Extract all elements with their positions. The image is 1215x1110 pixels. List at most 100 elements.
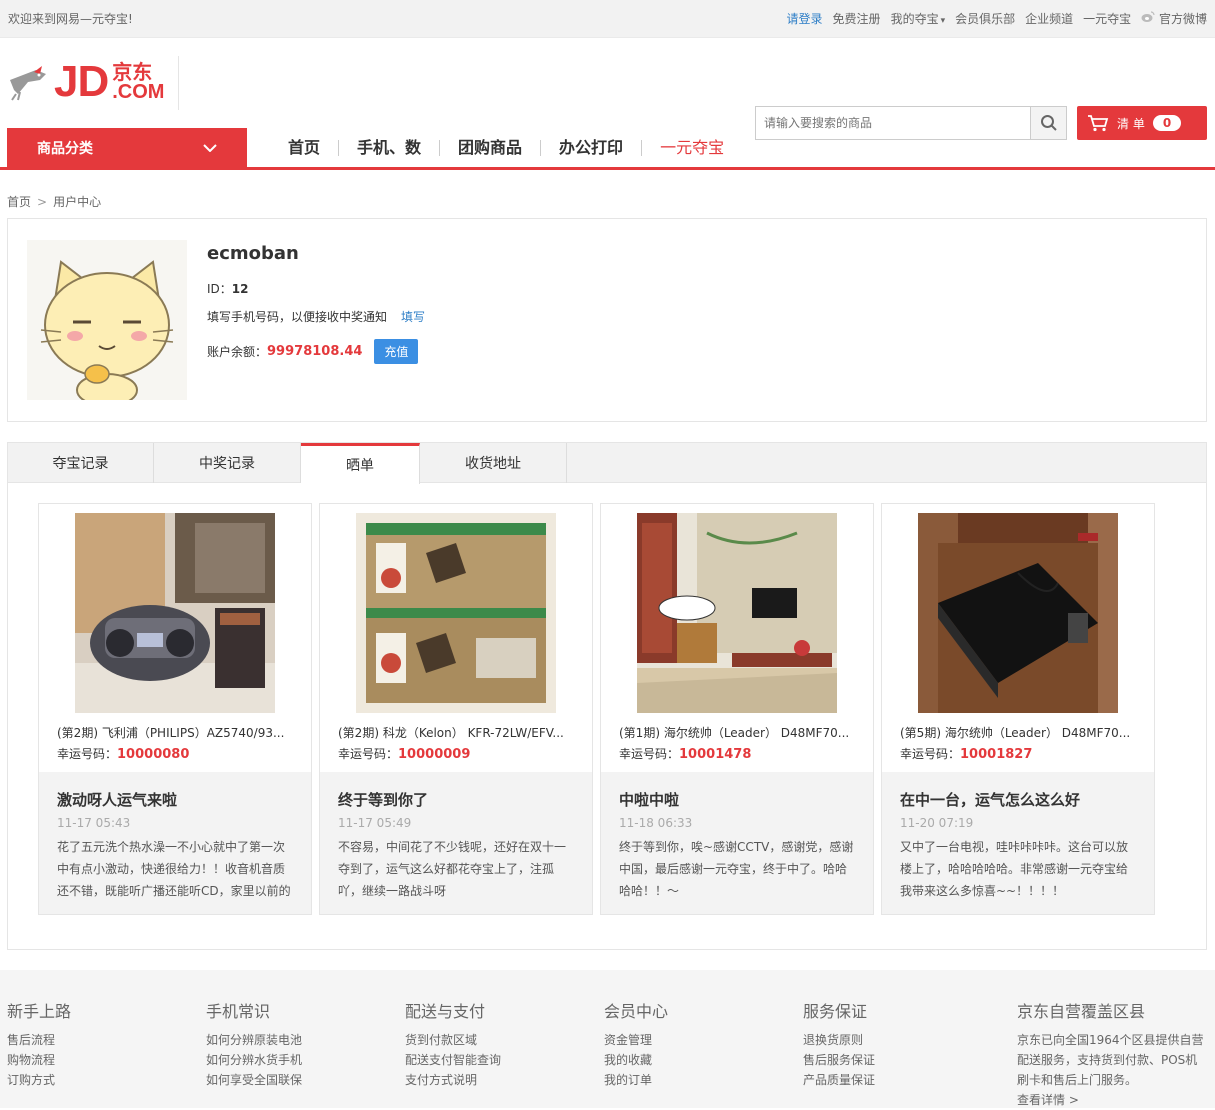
- share-content: 在中一台，运气怎么这么好 11-20 07:19 又中了一台电视，哇咔咔咔咔。这…: [882, 772, 1154, 914]
- category-label: 商品分类: [37, 141, 93, 157]
- lucky-number-row: 幸运号码：10001827: [900, 745, 1032, 762]
- jd-logo[interactable]: JD 京东 .COM: [6, 60, 164, 104]
- top-bar: 欢迎来到网易—元夺宝! 请登录 免费注册 我的夺宝 ▾ 会员俱乐部 企业频道 一元…: [0, 0, 1215, 38]
- balance-value: 99978108.44: [267, 344, 363, 359]
- footer-link[interactable]: 我的订单: [604, 1070, 668, 1090]
- weibo-icon: [1141, 11, 1155, 22]
- logo-jd: JD: [54, 57, 109, 106]
- share-card-list: (第2期) 飞利浦（PHILIPS）AZ5740/93... 幸运号码：1000…: [38, 503, 1155, 915]
- share-desc: 又中了一台电视，哇咔咔咔咔。这台可以放楼上了，哈哈哈哈哈。非常感谢一元夺宝给我带…: [900, 840, 1129, 898]
- footer-col-member: 会员中心 资金管理 我的收藏 我的订单: [604, 998, 668, 1090]
- lucky-number-label: 幸运号码：: [619, 747, 680, 761]
- footer-link[interactable]: 退换货原则: [803, 1030, 875, 1050]
- footer-link[interactable]: 我的收藏: [604, 1050, 668, 1070]
- avatar: [27, 240, 187, 407]
- share-time: 11-20 07:19: [900, 816, 974, 830]
- coverage-desc: 京东已向全国1964个区县提供自营配送服务，支持货到付款、POS机刷卡和售后上门…: [1017, 1033, 1204, 1087]
- tab-shipping-address[interactable]: 收货地址: [420, 443, 567, 483]
- nav-item-yiyuan[interactable]: 一元夺宝: [642, 140, 742, 156]
- footer-link[interactable]: 支付方式说明: [405, 1070, 501, 1090]
- footer-col-title: 会员中心: [604, 1002, 669, 1021]
- footer-link[interactable]: 产品质量保证: [803, 1070, 875, 1090]
- main-nav: 商品分类 首页 手机、数 团购商品 办公打印 一元夺宝: [0, 128, 1215, 170]
- lucky-number: 10000009: [398, 747, 471, 762]
- nav-item-office[interactable]: 办公打印: [541, 140, 643, 156]
- share-title: 终于等到你了: [338, 791, 429, 809]
- box-photo: [356, 513, 556, 713]
- balance-label: 账户余额：: [207, 345, 268, 359]
- footer-col-service: 服务保证 退换货原则 售后服务保证 产品质量保证: [803, 998, 875, 1090]
- phone-fill-link[interactable]: 填写: [401, 310, 425, 324]
- share-time: 11-17 05:43: [57, 816, 131, 830]
- footer-link[interactable]: 如何分辨原装电池: [206, 1030, 302, 1050]
- share-card[interactable]: (第1期) 海尔统帅（Leader） D48MF70... 幸运号码：10001…: [600, 503, 874, 915]
- logo-text: 京东 .COM: [112, 62, 164, 102]
- footer-col-title: 配送与支付: [405, 1002, 486, 1021]
- product-title[interactable]: (第1期) 海尔统帅（Leader） D48MF70...: [619, 724, 864, 741]
- tab-bar: 夺宝记录 中奖记录 晒单 收货地址: [8, 443, 1206, 484]
- footer-link[interactable]: 如何享受全国联保: [206, 1070, 302, 1090]
- tv-box-photo: [918, 513, 1118, 713]
- footer-col-coverage: 京东自营覆盖区县 京东已向全国1964个区县提供自营配送服务，支持货到付款、PO…: [1017, 998, 1207, 1110]
- logo-com: .COM: [112, 81, 165, 103]
- cat-avatar-image: [27, 240, 187, 407]
- footer-link[interactable]: 资金管理: [604, 1030, 668, 1050]
- share-card[interactable]: (第5期) 海尔统帅（Leader） D48MF70... 幸运号码：10001…: [881, 503, 1155, 915]
- nav-item-phones[interactable]: 手机、数: [339, 140, 441, 156]
- footer-link[interactable]: 如何分辨水货手机: [206, 1050, 302, 1070]
- chevron-down-icon: ▾: [940, 16, 946, 26]
- category-menu-button[interactable]: 商品分类: [7, 128, 247, 168]
- login-link[interactable]: 请登录: [787, 10, 823, 27]
- weibo-label: 官方微博: [1158, 12, 1207, 26]
- enterprise-link[interactable]: 企业频道: [1025, 10, 1073, 27]
- user-records-panel: 夺宝记录 中奖记录 晒单 收货地址 (第2期) 飞利浦（PHILIPS）AZ57…: [7, 442, 1207, 950]
- chevron-down-icon: [203, 144, 217, 152]
- share-content: 终于等到你了 11-17 05:49 不容易，中间花了不少钱呢，还好在双十一夺到…: [320, 772, 592, 914]
- breadcrumb-home[interactable]: 首页: [7, 193, 31, 210]
- lucky-number: 10001478: [679, 747, 752, 762]
- register-link[interactable]: 免费注册: [833, 10, 881, 27]
- weibo-link[interactable]: 官方微博: [1141, 10, 1207, 27]
- share-desc: 终于等到你，唉~感谢CCTV，感谢党，感谢中国，最后感谢一元夺宝，终于中了。哈哈…: [619, 840, 854, 898]
- user-id: ID：12: [207, 280, 248, 297]
- footer-link[interactable]: 购物流程: [7, 1050, 71, 1070]
- nav-item-group-buy[interactable]: 团购商品: [440, 140, 542, 156]
- tab-duobao-records[interactable]: 夺宝记录: [8, 443, 154, 483]
- header: JD 京东 .COM 清 单 0: [0, 38, 1215, 140]
- breadcrumb-current: 用户中心: [53, 195, 102, 209]
- footer-link[interactable]: 货到付款区域: [405, 1030, 501, 1050]
- lucky-number-label: 幸运号码：: [338, 747, 399, 761]
- yiyuan-link[interactable]: 一元夺宝: [1083, 10, 1131, 27]
- phone-hint: 填写手机号码，以便接收中奖通知: [207, 310, 388, 324]
- balance-row: 账户余额： 99978108.44 充值: [207, 339, 419, 364]
- user-name: ecmoban: [207, 243, 299, 264]
- lucky-number-label: 幸运号码：: [900, 747, 961, 761]
- product-title[interactable]: (第2期) 飞利浦（PHILIPS）AZ5740/93...: [57, 724, 302, 741]
- tab-winning-records[interactable]: 中奖记录: [154, 443, 301, 483]
- footer-link[interactable]: 售后服务保证: [803, 1050, 875, 1070]
- top-links: 请登录 免费注册 我的夺宝 ▾ 会员俱乐部 企业频道 一元夺宝 官方微博: [787, 10, 1207, 27]
- footer-link[interactable]: 售后流程: [7, 1030, 71, 1050]
- share-desc: 不容易，中间花了不少钱呢，还好在双十一夺到了，运气这么好都花夺宝上了，注孤吖，继…: [338, 840, 567, 898]
- share-time: 11-18 06:33: [619, 816, 693, 830]
- lucky-number-row: 幸运号码：10000009: [338, 745, 470, 762]
- tab-share-orders[interactable]: 晒单: [301, 443, 420, 484]
- footer-link[interactable]: 订购方式: [7, 1070, 71, 1090]
- share-card[interactable]: (第2期) 飞利浦（PHILIPS）AZ5740/93... 幸运号码：1000…: [38, 503, 312, 915]
- tv-room-photo: [637, 513, 837, 713]
- footer-link[interactable]: 配送支付智能查询: [405, 1050, 501, 1070]
- share-title: 激动呀人运气来啦: [57, 791, 178, 809]
- coverage-more-link[interactable]: 查看详情 >: [1017, 1090, 1207, 1110]
- recharge-button[interactable]: 充值: [374, 339, 419, 364]
- chevron-right-icon: >: [37, 194, 48, 209]
- my-duobao-menu[interactable]: 我的夺宝 ▾: [891, 10, 946, 27]
- lucky-number: 10000080: [117, 747, 190, 762]
- product-title[interactable]: (第5期) 海尔统帅（Leader） D48MF70...: [900, 724, 1145, 741]
- logo-divider: [178, 56, 179, 110]
- user-id-value: 12: [231, 282, 249, 296]
- product-title[interactable]: (第2期) 科龙（Kelon） KFR-72LW/EFV...: [338, 724, 583, 741]
- logo-cn: 京东: [112, 60, 153, 84]
- nav-item-home[interactable]: 首页: [270, 140, 340, 156]
- member-club-link[interactable]: 会员俱乐部: [955, 10, 1015, 27]
- share-card[interactable]: (第2期) 科龙（Kelon） KFR-72LW/EFV... 幸运号码：100…: [319, 503, 593, 915]
